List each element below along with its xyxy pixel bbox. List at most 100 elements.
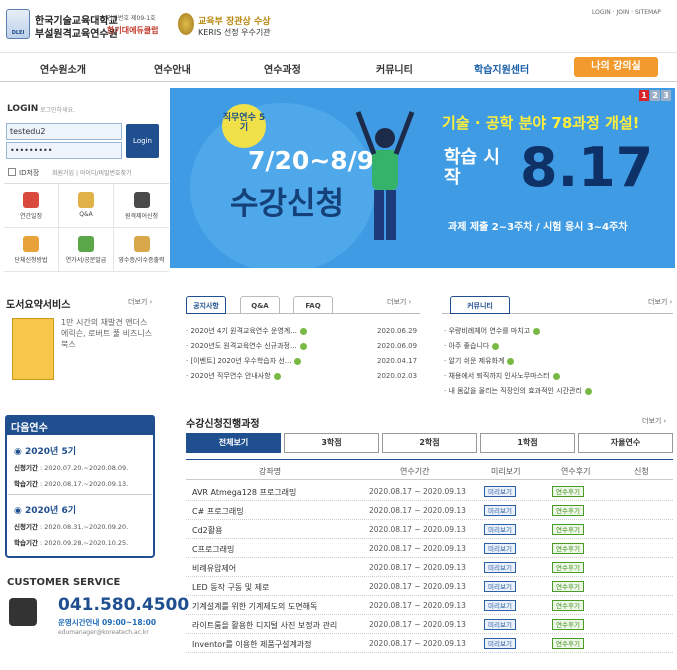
- apply-label: 신청기간: [14, 523, 38, 531]
- quick-qna[interactable]: Q&A: [59, 184, 114, 228]
- review-button[interactable]: 연수후기: [552, 524, 584, 535]
- preview-button[interactable]: 미리보기: [484, 562, 516, 573]
- banner-page-3[interactable]: 3: [661, 90, 671, 101]
- tab-qna[interactable]: Q&A: [240, 296, 280, 314]
- notice-date: 2020.02.03: [377, 372, 418, 380]
- notice-row[interactable]: · 2020년 직무연수 안내사항: [186, 371, 281, 381]
- preview-button[interactable]: 미리보기: [484, 600, 516, 611]
- community-row[interactable]: · 채용에서 퇴직까지 인사노무마스터: [444, 371, 560, 381]
- award-text-2: KERIS 선정 우수기관: [198, 28, 271, 37]
- table-row[interactable]: C# 프로그래밍 2020.08.17 ~ 2020.09.13 미리보기 연수후기: [186, 502, 673, 520]
- book-cover-image[interactable]: [12, 318, 54, 380]
- next-course-title: 다음연수: [5, 415, 155, 435]
- id-input[interactable]: testedu2: [6, 123, 122, 140]
- table-row[interactable]: Cd2활용 2020.08.17 ~ 2020.09.13 미리보기 연수후기: [186, 521, 673, 539]
- nav-item-support[interactable]: 학습지원센터: [474, 61, 529, 76]
- course-name: LED 동작 구동 및 제로: [192, 583, 270, 592]
- password-input[interactable]: •••••••••: [6, 142, 122, 159]
- course-period: 2020.08.17 ~ 2020.09.13: [369, 506, 466, 515]
- course-period: 2020.08.17 ~ 2020.09.13: [369, 601, 466, 610]
- preview-button[interactable]: 미리보기: [484, 581, 516, 592]
- quick-receipt[interactable]: 영수증/이수증출력: [114, 228, 169, 272]
- award-text-1: 교육부 장관상 수상: [198, 17, 271, 27]
- tab-self-study[interactable]: 자율연수: [578, 433, 673, 453]
- login-links[interactable]: 회원가입 | 아이디/비밀번호찾기: [52, 168, 132, 177]
- nav-item-courses[interactable]: 연수과정: [264, 61, 301, 76]
- review-button[interactable]: 연수후기: [552, 562, 584, 573]
- tab-community[interactable]: 커뮤니티: [450, 296, 510, 314]
- community-row[interactable]: · 아주 좋습니다: [444, 341, 500, 351]
- table-row[interactable]: LED 동작 구동 및 제로 2020.08.17 ~ 2020.09.13 미리보…: [186, 578, 673, 596]
- table-row[interactable]: AVR Atmega128 프로그래밍 2020.08.17 ~ 2020.09.…: [186, 483, 673, 501]
- org-name-2[interactable]: 부설원격교육연수원: [35, 25, 118, 40]
- logo-mark[interactable]: DLEI: [6, 9, 30, 39]
- quick-official-doc[interactable]: 연가서/공문발급: [59, 228, 114, 272]
- table-row[interactable]: 비례유압제어 2020.08.17 ~ 2020.09.13 미리보기 연수후기: [186, 559, 673, 577]
- document-icon: [23, 236, 39, 252]
- tab-3-credits[interactable]: 3학점: [284, 433, 379, 453]
- table-row[interactable]: Inventor를 이용한 제품구설계과정 2020.08.17 ~ 2020.0…: [186, 635, 673, 653]
- review-button[interactable]: 연수후기: [552, 581, 584, 592]
- preview-button[interactable]: 미리보기: [484, 543, 516, 554]
- preview-button[interactable]: 미리보기: [484, 619, 516, 630]
- next-course-item-1[interactable]: ◉ 2020년 5기 신청기간 : 2020.07.20.~2020.08.09…: [14, 444, 128, 488]
- login-button[interactable]: Login: [126, 124, 159, 158]
- table-row[interactable]: 라이트룸을 활용한 디지털 사진 보정과 관리 2020.08.17 ~ 2020…: [186, 616, 673, 634]
- notice-row[interactable]: · 2020년 4기 원격교육연수 운영계...: [186, 326, 307, 336]
- quick-remote[interactable]: 원격제어신청: [114, 184, 169, 228]
- new-badge-icon: [299, 342, 307, 350]
- community-more-link[interactable]: 더보기 ›: [648, 297, 672, 307]
- my-course-button[interactable]: 나의 강의실: [574, 57, 658, 77]
- main-banner[interactable]: 직무연수 5기 7/20~8/9 수강신청 기술 · 공학 분야 78과정 개설…: [170, 88, 675, 268]
- banner-headline: 기술 · 공학 분야 78과정 개설!: [442, 114, 640, 132]
- divider: [8, 494, 152, 495]
- preview-button[interactable]: 미리보기: [484, 486, 516, 497]
- receipt-icon: [133, 236, 150, 252]
- quick-schedule[interactable]: 연간일정: [4, 184, 59, 228]
- preview-button[interactable]: 미리보기: [484, 505, 516, 516]
- top-links[interactable]: LOGIN · JOIN · SITEMAP: [592, 9, 661, 16]
- col-header-preview: 미리보기: [491, 467, 521, 476]
- review-button[interactable]: 연수후기: [552, 638, 584, 649]
- certificate-icon: [78, 236, 94, 252]
- quick-group-apply[interactable]: 단체신청방법: [4, 228, 59, 272]
- book-more-link[interactable]: 더보기 ›: [128, 297, 152, 307]
- tab-notice[interactable]: 공지사항: [186, 296, 226, 314]
- notice-title: 2020년도 원격교육연수 신규과정...: [190, 342, 297, 350]
- preview-button[interactable]: 미리보기: [484, 524, 516, 535]
- notice-row[interactable]: · [이벤트] 2020년 우수학습자 선...: [186, 356, 302, 366]
- preview-button[interactable]: 미리보기: [484, 638, 516, 649]
- progress-more-link[interactable]: 더보기 ›: [642, 416, 666, 426]
- banner-tag: 직무연수 5기: [222, 104, 266, 148]
- course-period: 2020.08.17 ~ 2020.09.13: [369, 563, 466, 572]
- banner-page-1[interactable]: 1: [639, 90, 649, 101]
- tab-all[interactable]: 전체보기: [186, 433, 281, 453]
- tab-2-credits[interactable]: 2학점: [382, 433, 477, 453]
- review-button[interactable]: 연수후기: [552, 486, 584, 497]
- review-button[interactable]: 연수후기: [552, 619, 584, 630]
- cs-email[interactable]: edumanager@koreatech.ac.kr: [58, 629, 149, 636]
- tab-faq[interactable]: FAQ: [293, 296, 333, 314]
- community-row[interactable]: · 알기 쉬운 제유화계: [444, 356, 515, 366]
- nav-item-about[interactable]: 연수원소개: [40, 61, 86, 76]
- qna-icon: [78, 192, 94, 208]
- review-button[interactable]: 연수후기: [552, 505, 584, 516]
- course-term: 2020년 5기: [25, 447, 77, 457]
- banner-page-2[interactable]: 2: [650, 90, 660, 101]
- community-row[interactable]: · 우량비례체어 연수를 마치고: [444, 326, 541, 336]
- review-button[interactable]: 연수후기: [552, 600, 584, 611]
- tab-1-credit[interactable]: 1학점: [480, 433, 575, 453]
- study-period: 2020.08.17.~2020.09.13.: [44, 480, 129, 488]
- table-row[interactable]: C프로그래밍 2020.08.17 ~ 2020.09.13 미리보기 연수후기: [186, 540, 673, 558]
- table-row[interactable]: 기계설계를 위한 기계제도의 도면해독 2020.08.17 ~ 2020.09.…: [186, 597, 673, 615]
- next-course-item-2[interactable]: ◉ 2020년 6기 신청기간 : 2020.08.31.~2020.09.20…: [14, 503, 128, 547]
- notice-row[interactable]: · 2020년도 원격교육연수 신규과정...: [186, 341, 307, 351]
- course-name: 기계설계를 위한 기계제도의 도면해독: [192, 602, 318, 611]
- nav-item-guide[interactable]: 연수안내: [154, 61, 191, 76]
- community-row[interactable]: · 내 몸값을 올리는 직장인의 효과적인 시간관리: [444, 386, 592, 396]
- nav-item-community[interactable]: 커뮤니티: [376, 61, 413, 76]
- notice-more-link[interactable]: 더보기 ›: [387, 297, 411, 307]
- save-id-checkbox[interactable]: [8, 168, 16, 176]
- book-description[interactable]: 1만 시간의 재발견 앤더스 에릭슨, 로버트 풀 비즈니스북스: [61, 317, 156, 350]
- review-button[interactable]: 연수후기: [552, 543, 584, 554]
